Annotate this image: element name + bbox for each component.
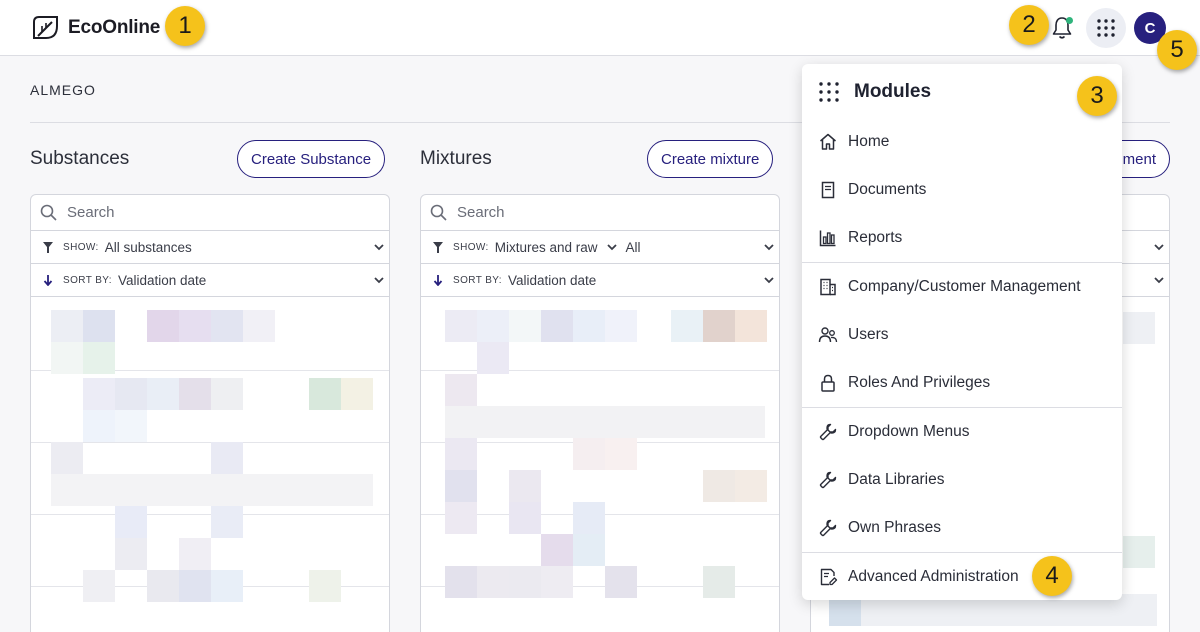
menu-item-label: Advanced Administration bbox=[848, 568, 1019, 585]
menu-item-own-phrases[interactable]: Own Phrases bbox=[802, 504, 1122, 552]
search-icon bbox=[430, 204, 447, 221]
building-icon bbox=[820, 278, 836, 296]
menu-item-label: Roles And Privileges bbox=[848, 374, 991, 391]
show-value-secondary[interactable]: All bbox=[626, 240, 641, 255]
substances-title: Substances bbox=[30, 148, 130, 169]
sort-value: Validation date bbox=[117, 272, 207, 288]
chevron-down-icon bbox=[764, 277, 774, 284]
chevron-down-icon bbox=[606, 244, 617, 251]
callout-badge-1: 1 bbox=[165, 6, 205, 46]
modules-dropdown: Modules Home Documents Reports Company/C… bbox=[802, 64, 1122, 600]
menu-item-roles-and-privileges[interactable]: Roles And Privileges bbox=[802, 359, 1122, 407]
substances-search-input[interactable] bbox=[67, 204, 347, 221]
menu-item-company-customer-management[interactable]: Company/Customer Management bbox=[802, 263, 1122, 311]
menu-item-label: Company/Customer Management bbox=[848, 278, 1081, 295]
substances-sort-by[interactable]: SORT BY: Validation date bbox=[31, 264, 389, 297]
modules-title: Modules bbox=[854, 81, 932, 102]
sort-label: SORT BY: bbox=[453, 274, 502, 286]
lock-icon bbox=[821, 374, 835, 392]
mixtures-search-input[interactable] bbox=[457, 204, 737, 221]
home-icon bbox=[820, 133, 836, 150]
chevron-down-icon bbox=[1154, 244, 1164, 251]
app-logo[interactable]: EcoOnline bbox=[30, 12, 160, 44]
ecoonline-logo-icon bbox=[33, 16, 58, 39]
mixtures-show-filter[interactable]: SHOW: Mixtures and raw All bbox=[421, 231, 779, 264]
substances-show-filter[interactable]: SHOW: All substances bbox=[31, 231, 389, 264]
mixtures-sort-by[interactable]: SORT BY: Validation date bbox=[421, 264, 779, 297]
admin-document-icon bbox=[820, 568, 838, 586]
menu-item-label: Reports bbox=[848, 229, 903, 246]
mixtures-panel: SHOW: Mixtures and raw All SORT BY: Vali… bbox=[420, 194, 780, 632]
menu-item-label: Documents bbox=[848, 181, 927, 198]
chevron-down-icon bbox=[764, 244, 774, 251]
substances-search-row bbox=[31, 195, 389, 231]
mixtures-title: Mixtures bbox=[420, 148, 492, 169]
filter-icon bbox=[43, 241, 53, 253]
wrench-icon bbox=[819, 423, 837, 441]
create-substance-button[interactable]: Create Substance bbox=[237, 140, 386, 178]
sort-value: Validation date bbox=[507, 272, 597, 288]
show-label: SHOW: bbox=[63, 241, 99, 253]
search-icon bbox=[40, 204, 57, 221]
menu-item-home[interactable]: Home bbox=[802, 118, 1122, 166]
show-value: Mixtures and raw bbox=[494, 239, 598, 255]
sort-arrow-down-icon bbox=[43, 274, 53, 286]
substances-panel: SHOW: All substances SORT BY: Validation… bbox=[30, 194, 390, 632]
show-value: All substances bbox=[104, 239, 192, 255]
menu-item-label: Data Libraries bbox=[848, 471, 945, 488]
chevron-down-icon bbox=[374, 244, 384, 251]
filter-icon bbox=[433, 241, 443, 253]
show-label: SHOW: bbox=[453, 241, 489, 253]
menu-item-users[interactable]: Users bbox=[802, 311, 1122, 359]
callout-badge-3: 3 bbox=[1077, 76, 1117, 116]
modules-header: Modules bbox=[802, 64, 1122, 120]
menu-item-documents[interactable]: Documents bbox=[802, 166, 1122, 214]
menu-item-label: Home bbox=[848, 133, 890, 150]
mixtures-search-row bbox=[421, 195, 779, 231]
menu-item-reports[interactable]: Reports bbox=[802, 214, 1122, 262]
app-name: EcoOnline bbox=[68, 17, 161, 38]
mixtures-list-redacted bbox=[421, 298, 779, 632]
callout-badge-5: 5 bbox=[1157, 30, 1197, 70]
users-icon bbox=[818, 327, 838, 343]
sort-label: SORT BY: bbox=[63, 274, 112, 286]
menu-item-advanced-administration[interactable]: Advanced Administration bbox=[802, 553, 1122, 601]
sort-arrow-down-icon bbox=[433, 274, 443, 286]
callout-badge-2: 2 bbox=[1009, 5, 1049, 45]
menu-item-label: Dropdown Menus bbox=[848, 423, 970, 440]
substances-list-redacted bbox=[31, 298, 389, 632]
menu-item-label: Own Phrases bbox=[848, 519, 942, 536]
app-grid-icon bbox=[819, 82, 839, 102]
wrench-icon bbox=[819, 471, 837, 489]
notification-dot bbox=[1066, 17, 1073, 24]
menu-item-label: Users bbox=[848, 326, 889, 343]
wrench-icon bbox=[819, 519, 837, 537]
bar-chart-icon bbox=[819, 230, 836, 247]
modules-menu-button[interactable] bbox=[1086, 8, 1126, 48]
menu-item-dropdown-menus[interactable]: Dropdown Menus bbox=[802, 408, 1122, 456]
document-icon bbox=[821, 181, 835, 199]
chevron-down-icon bbox=[1154, 277, 1164, 284]
callout-badge-4: 4 bbox=[1032, 556, 1072, 596]
create-mixture-button[interactable]: Create mixture bbox=[647, 140, 774, 178]
menu-item-data-libraries[interactable]: Data Libraries bbox=[802, 456, 1122, 504]
organization-name: ALMEGO bbox=[30, 82, 96, 98]
app-grid-icon bbox=[1097, 19, 1115, 37]
chevron-down-icon bbox=[374, 277, 384, 284]
